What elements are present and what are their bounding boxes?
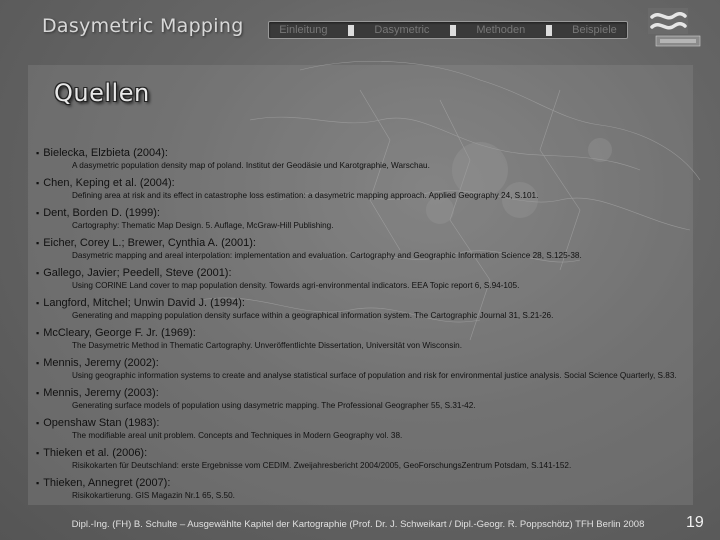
reference-detail: The Dasymetric Method in Thematic Cartog… (72, 341, 462, 350)
reference-detail: The modifiable areal unit problem. Conce… (72, 431, 403, 440)
reference-author: Chen, Keping et al. (2004): (43, 177, 175, 189)
list-item: ▪ Openshaw Stan (1983): The modifiable ar… (36, 416, 686, 443)
tab-einleitung[interactable]: Einleitung (279, 24, 327, 36)
reference-detail: A dasymetric population density map of p… (72, 161, 430, 170)
nav-separator (545, 24, 552, 36)
reference-author: Langford, Mitchel; Unwin David J. (1994)… (43, 297, 245, 309)
reference-detail: Generating and mapping population densit… (72, 311, 554, 320)
reference-author: Gallego, Javier; Peedell, Steve (2001): (43, 267, 232, 279)
tab-methoden[interactable]: Methoden (476, 24, 525, 36)
list-item: ▪ Bielecka, Elzbieta (2004): A dasymetric… (36, 146, 686, 173)
reference-author: Bielecka, Elzbieta (2004): (43, 147, 168, 159)
list-item: ▪ Gallego, Javier; Peedell, Steve (2001):… (36, 266, 686, 293)
reference-detail: Dasymetric mapping and areal interpolati… (72, 251, 582, 260)
list-item: ▪ Langford, Mitchel; Unwin David J. (1994… (36, 296, 686, 323)
reference-author: Openshaw Stan (1983): (43, 417, 160, 429)
reference-author: Thieken et al. (2006): (43, 447, 148, 459)
reference-author: Eicher, Corey L.; Brewer, Cynthia A. (20… (43, 237, 256, 249)
bullet-icon: ▪ (36, 478, 40, 488)
list-item: ▪ Eicher, Corey L.; Brewer, Cynthia A. (2… (36, 236, 686, 263)
page-number: 19 (686, 514, 704, 531)
reference-detail: Using CORINE Land cover to map populatio… (72, 281, 520, 290)
page-title: Quellen (54, 79, 150, 107)
reference-author: Mennis, Jeremy (2002): (43, 357, 159, 369)
list-item: ▪ Mennis, Jeremy (2003): Generating surfa… (36, 386, 686, 413)
presentation-title: Dasymetric Mapping (42, 15, 244, 37)
list-item: ▪ Mennis, Jeremy (2002): Using geographic… (36, 356, 686, 383)
bullet-icon: ▪ (36, 358, 40, 368)
reference-detail: Using geographic information systems to … (72, 371, 677, 380)
reference-detail: Defining area at risk and its effect in … (72, 191, 539, 200)
bullet-icon: ▪ (36, 178, 40, 188)
footer-credits: Dipl.-Ing. (FH) B. Schulte – Ausgewählte… (71, 519, 645, 530)
reference-author: Mennis, Jeremy (2003): (43, 387, 159, 399)
bullet-icon: ▪ (36, 418, 40, 428)
reference-detail: Risikokartierung. GIS Magazin Nr.1 65, S… (72, 491, 235, 500)
reference-list: ▪ Bielecka, Elzbieta (2004): A dasymetric… (36, 146, 686, 506)
reference-detail: Generating surface models of population … (72, 401, 476, 410)
bullet-icon: ▪ (36, 328, 40, 338)
bullet-icon: ▪ (36, 148, 40, 158)
bullet-icon: ▪ (36, 238, 40, 248)
reference-detail: Risikokarten für Deutschland: erste Erge… (72, 461, 572, 470)
reference-author: Dent, Borden D. (1999): (43, 207, 160, 219)
list-item: ▪ Thieken, Annegret (2007): Risikokartier… (36, 476, 686, 503)
nav-separator (347, 24, 354, 36)
list-item: ▪ Chen, Keping et al. (2004): Defining ar… (36, 176, 686, 203)
university-logo-icon (648, 8, 701, 47)
list-item: ▪ Thieken et al. (2006): Risikokarten für… (36, 446, 686, 473)
slide-navigation: Einleitung Dasymetric Methoden Beispiele (268, 21, 628, 39)
tab-dasymetric[interactable]: Dasymetric (374, 24, 429, 36)
nav-separator (449, 24, 456, 36)
reference-author: McCleary, George F. Jr. (1969): (43, 327, 196, 339)
reference-author: Thieken, Annegret (2007): (43, 477, 171, 489)
list-item: ▪ Dent, Borden D. (1999): Cartography: Th… (36, 206, 686, 233)
bullet-icon: ▪ (36, 388, 40, 398)
bullet-icon: ▪ (36, 268, 40, 278)
reference-detail: Cartography: Thematic Map Design. 5. Auf… (72, 221, 334, 230)
bullet-icon: ▪ (36, 448, 40, 458)
bullet-icon: ▪ (36, 208, 40, 218)
tab-beispiele[interactable]: Beispiele (572, 24, 617, 36)
list-item: ▪ McCleary, George F. Jr. (1969): The Das… (36, 326, 686, 353)
bullet-icon: ▪ (36, 298, 40, 308)
